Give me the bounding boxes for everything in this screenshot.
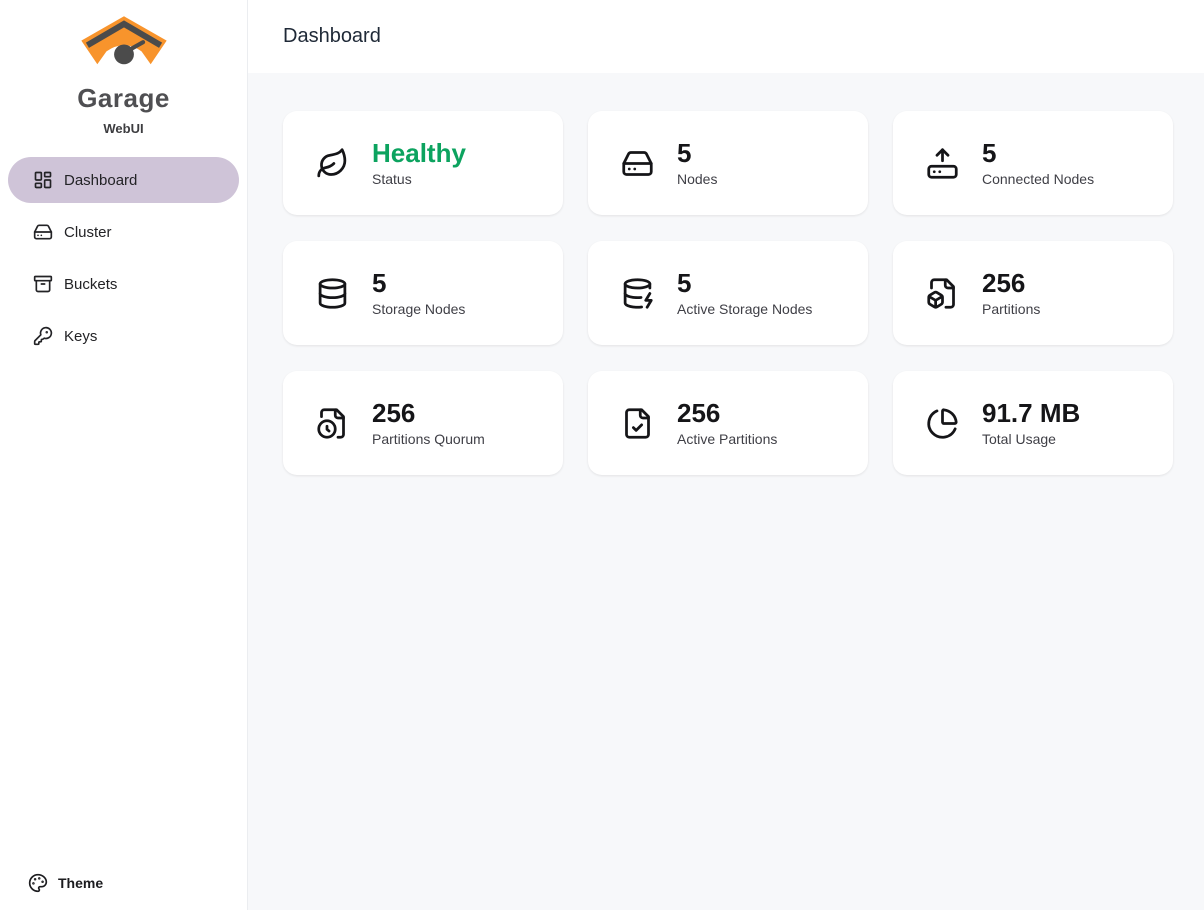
stat-card-partitions: 256 Partitions xyxy=(893,241,1173,345)
stat-value: 256 xyxy=(982,269,1040,299)
stat-card-partitions-quorum: 256 Partitions Quorum xyxy=(283,371,563,475)
stat-card-total-usage: 91.7 MB Total Usage xyxy=(893,371,1173,475)
garage-logo-icon xyxy=(78,14,170,78)
stat-text: 5 Storage Nodes xyxy=(372,269,465,318)
database-icon xyxy=(316,277,349,310)
stats-grid: Healthy Status 5 Nodes 5 C xyxy=(283,111,1173,475)
sidebar-item-label: Cluster xyxy=(64,224,112,241)
stat-label: Storage Nodes xyxy=(372,301,465,317)
stat-text: 5 Active Storage Nodes xyxy=(677,269,812,318)
stat-text: Healthy Status xyxy=(372,139,466,188)
content: Healthy Status 5 Nodes 5 C xyxy=(248,73,1204,910)
key-icon xyxy=(33,326,53,346)
sidebar-item-buckets[interactable]: Buckets xyxy=(8,261,239,307)
database-zap-icon xyxy=(621,277,654,310)
stat-label: Connected Nodes xyxy=(982,171,1094,187)
brand-subtitle: WebUI xyxy=(103,121,143,136)
stat-value: 5 xyxy=(982,139,1094,169)
stat-text: 256 Partitions Quorum xyxy=(372,399,485,448)
palette-icon xyxy=(28,873,48,893)
stat-value: 5 xyxy=(677,139,717,169)
stat-value: 256 xyxy=(372,399,485,429)
stat-text: 5 Nodes xyxy=(677,139,717,188)
sidebar-item-label: Keys xyxy=(64,328,97,345)
stat-label: Active Storage Nodes xyxy=(677,301,812,317)
stat-card-active-storage-nodes: 5 Active Storage Nodes xyxy=(588,241,868,345)
archive-icon xyxy=(33,274,53,294)
theme-label: Theme xyxy=(58,875,103,891)
stat-card-nodes: 5 Nodes xyxy=(588,111,868,215)
theme-button[interactable]: Theme xyxy=(0,873,247,910)
stat-label: Active Partitions xyxy=(677,431,777,447)
file-check-icon xyxy=(621,407,654,440)
stat-text: 256 Partitions xyxy=(982,269,1040,318)
stat-value: 5 xyxy=(372,269,465,299)
sidebar: Garage WebUI Dashboard Cluster Buckets xyxy=(0,0,248,910)
file-clock-icon xyxy=(316,407,349,440)
stat-card-connected-nodes: 5 Connected Nodes xyxy=(893,111,1173,215)
layout-dashboard-icon xyxy=(33,170,53,190)
hard-drive-icon xyxy=(621,147,654,180)
brand-name: Garage xyxy=(77,83,170,114)
sidebar-item-label: Buckets xyxy=(64,276,117,293)
stat-label: Partitions xyxy=(982,301,1040,317)
hard-drive-icon xyxy=(33,222,53,242)
stat-card-storage-nodes: 5 Storage Nodes xyxy=(283,241,563,345)
stat-label: Total Usage xyxy=(982,431,1080,447)
brand: Garage WebUI xyxy=(0,0,247,136)
leaf-icon xyxy=(316,147,349,180)
stat-label: Partitions Quorum xyxy=(372,431,485,447)
stat-value: 5 xyxy=(677,269,812,299)
sidebar-nav: Dashboard Cluster Buckets Keys xyxy=(0,157,247,873)
stat-label: Status xyxy=(372,171,466,187)
sidebar-item-label: Dashboard xyxy=(64,172,137,189)
stat-label: Nodes xyxy=(677,171,717,187)
topbar: Dashboard xyxy=(248,0,1204,73)
stat-card-active-partitions: 256 Active Partitions xyxy=(588,371,868,475)
hard-drive-upload-icon xyxy=(926,147,959,180)
stat-text: 256 Active Partitions xyxy=(677,399,777,448)
sidebar-item-cluster[interactable]: Cluster xyxy=(8,209,239,255)
stat-value: 256 xyxy=(677,399,777,429)
pie-chart-icon xyxy=(926,407,959,440)
stat-value: Healthy xyxy=(372,139,466,169)
sidebar-item-keys[interactable]: Keys xyxy=(8,313,239,359)
stat-text: 91.7 MB Total Usage xyxy=(982,399,1080,448)
page-title: Dashboard xyxy=(283,25,381,48)
main-area: Dashboard Healthy Status 5 Nodes xyxy=(248,0,1204,910)
stat-card-status: Healthy Status xyxy=(283,111,563,215)
stat-text: 5 Connected Nodes xyxy=(982,139,1094,188)
stat-value: 91.7 MB xyxy=(982,399,1080,429)
file-box-icon xyxy=(926,277,959,310)
sidebar-item-dashboard[interactable]: Dashboard xyxy=(8,157,239,203)
